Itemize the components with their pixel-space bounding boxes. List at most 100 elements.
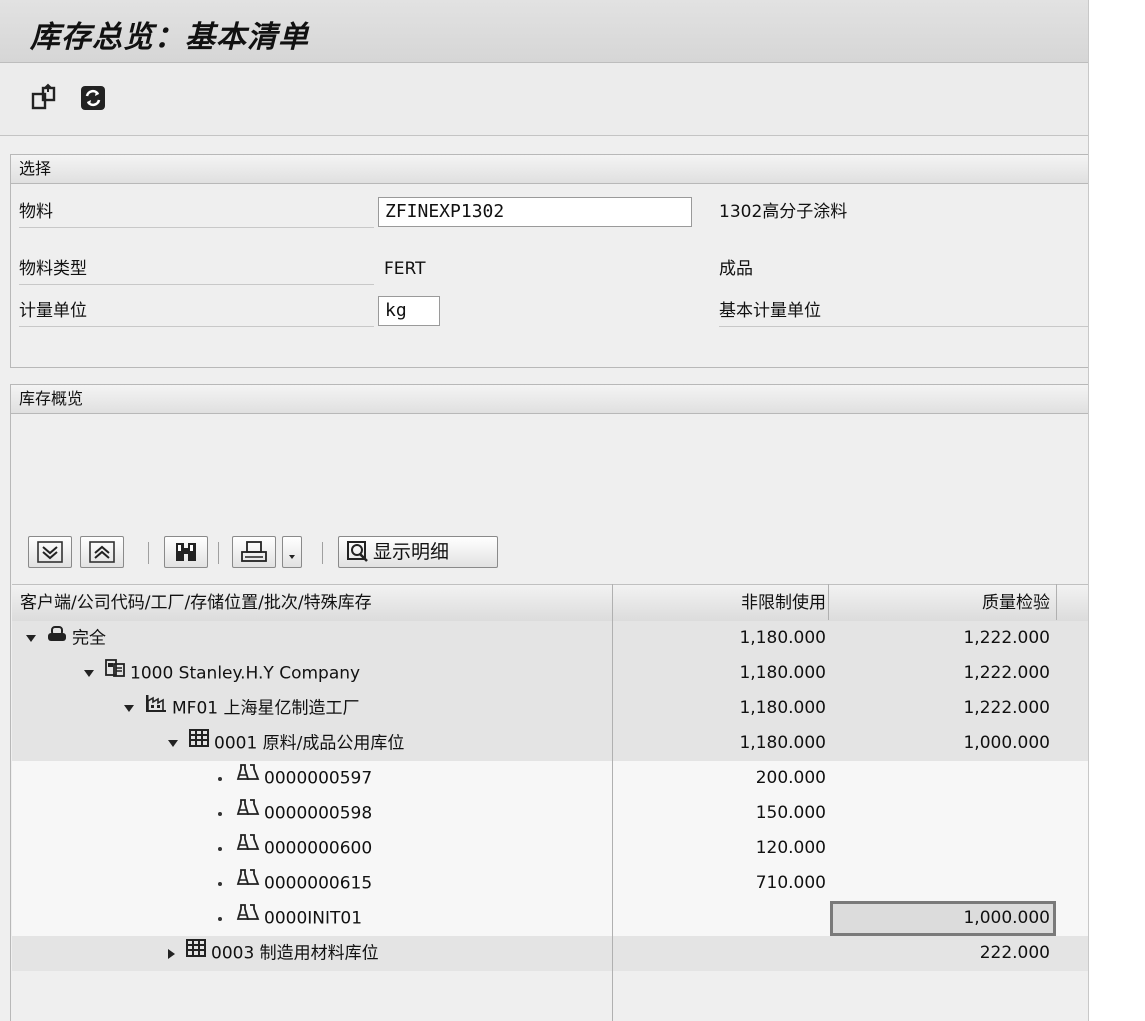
- tree-node-label: 0000000615: [218, 866, 372, 901]
- tree-row[interactable]: 0000000597 200.000: [12, 761, 1088, 796]
- quality-inspection-cell[interactable]: 1,222.000: [830, 656, 1050, 691]
- show-details-button[interactable]: 显示明细: [338, 536, 498, 568]
- tree-row[interactable]: 完全 1,180.000 1,222.000: [12, 621, 1088, 656]
- quality-inspection-cell[interactable]: [830, 866, 1050, 901]
- unrestricted-cell[interactable]: 1,180.000: [612, 726, 826, 761]
- unrestricted-cell[interactable]: 1,180.000: [612, 621, 826, 656]
- column-header-quality[interactable]: 质量检验: [830, 585, 1050, 621]
- expand-all-button[interactable]: [28, 536, 72, 568]
- node-text: 0000INIT01: [264, 908, 363, 929]
- tree-row[interactable]: 0003 制造用材料库位 222.000: [12, 936, 1088, 971]
- tree-node-label: 0001 原料/成品公用库位: [168, 726, 404, 761]
- show-details-label: 显示明细: [373, 541, 450, 563]
- quality-inspection-cell[interactable]: 222.000: [830, 936, 1050, 971]
- collapse-all-icon: [89, 541, 115, 563]
- material-description: 1302高分子涂料: [719, 202, 848, 222]
- expanded-node-icon[interactable]: [124, 705, 134, 712]
- node-text: 1000 Stanley.H.Y Company: [130, 663, 361, 684]
- unrestricted-cell[interactable]: [612, 901, 826, 936]
- quality-inspection-cell[interactable]: 1,000.000: [830, 726, 1050, 761]
- selection-group: 选择 物料 ZFINEXP1302 1302高分子涂料 物料类型 FERT 成品…: [10, 154, 1088, 368]
- title-bar: 库存总览：基本清单: [0, 0, 1088, 63]
- uom-row: 计量单位 kg 基本计量单位: [11, 296, 1088, 327]
- tree-node-label: MF01 上海星亿制造工厂: [124, 691, 359, 726]
- material-type-description: 成品: [719, 259, 753, 279]
- expand-all-icon: [37, 541, 63, 563]
- plant-icon: [144, 691, 168, 726]
- page-title: 库存总览：基本清单: [30, 20, 309, 55]
- node-text: 0000000597: [264, 768, 373, 789]
- quality-inspection-cell[interactable]: [830, 796, 1050, 831]
- unrestricted-cell[interactable]: 1,180.000: [612, 691, 826, 726]
- node-text: 0000000615: [264, 873, 373, 894]
- sap-window: 库存总览：基本清单 选择 物料 ZFINEXP1302 1302高分子涂料 物料…: [0, 0, 1089, 1021]
- collapsed-node-icon[interactable]: [168, 948, 175, 959]
- material-type-label: 物料类型: [19, 254, 374, 285]
- tree-row[interactable]: 0000000598 150.000: [12, 796, 1088, 831]
- batch-icon: [236, 796, 260, 831]
- node-text: 0001 原料/成品公用库位: [214, 733, 405, 754]
- storage-location-icon: [185, 936, 207, 971]
- quality-inspection-cell[interactable]: 1,000.000: [830, 901, 1050, 936]
- export-icon[interactable]: [30, 83, 60, 113]
- tree-row[interactable]: MF01 上海星亿制造工厂 1,180.000 1,222.000: [12, 691, 1088, 726]
- quality-inspection-cell[interactable]: 1,222.000: [830, 691, 1050, 726]
- tree-row[interactable]: 1000 Stanley.H.Y Company 1,180.000 1,222.0…: [12, 656, 1088, 691]
- expanded-node-icon[interactable]: [168, 740, 178, 747]
- storage-location-icon: [188, 726, 210, 761]
- node-text: 完全: [72, 628, 106, 649]
- column-header-hierarchy[interactable]: 客户端/公司代码/工厂/存储位置/批次/特殊库存: [20, 585, 372, 621]
- node-text: 0000000598: [264, 803, 373, 824]
- column-divider: [828, 584, 829, 620]
- toolbar-separator: [322, 542, 323, 564]
- batch-icon: [236, 901, 260, 936]
- material-type-row: 物料类型 FERT 成品: [11, 254, 1088, 285]
- tree-row[interactable]: 0000000615 710.000: [12, 866, 1088, 901]
- tree-node-label: 0003 制造用材料库位: [168, 936, 379, 971]
- tree-node-label: 0000000598: [218, 796, 372, 831]
- tree-node-label: 0000000597: [218, 761, 372, 796]
- material-type-value: FERT: [384, 259, 426, 279]
- stock-overview-header: 库存概览: [11, 385, 1088, 414]
- column-divider: [612, 584, 613, 1021]
- refresh-icon[interactable]: [78, 83, 108, 113]
- unrestricted-cell[interactable]: 120.000: [612, 831, 826, 866]
- unrestricted-cell[interactable]: 1,180.000: [612, 656, 826, 691]
- print-button[interactable]: [232, 536, 276, 568]
- unrestricted-cell[interactable]: 150.000: [612, 796, 826, 831]
- uom-field[interactable]: kg: [378, 296, 440, 326]
- find-button[interactable]: [164, 536, 208, 568]
- column-header-unrestricted[interactable]: 非限制使用: [612, 585, 826, 621]
- details-icon: [347, 541, 368, 562]
- batch-icon: [236, 866, 260, 901]
- material-row: 物料 ZFINEXP1302 1302高分子涂料: [11, 197, 1088, 228]
- unrestricted-cell[interactable]: 200.000: [612, 761, 826, 796]
- print-dropdown-button[interactable]: [282, 536, 302, 568]
- quality-inspection-cell[interactable]: 1,222.000: [830, 621, 1050, 656]
- node-text: 0000000600: [264, 838, 373, 859]
- company-icon: [104, 656, 126, 691]
- batch-icon: [236, 831, 260, 866]
- tree-node-label: 0000000600: [218, 831, 372, 866]
- node-text: 0003 制造用材料库位: [211, 943, 379, 964]
- tree-row[interactable]: 0001 原料/成品公用库位 1,180.000 1,000.000: [12, 726, 1088, 761]
- node-text: MF01 上海星亿制造工厂: [172, 698, 360, 719]
- tree-row[interactable]: 0000000600 120.000: [12, 831, 1088, 866]
- collapse-all-button[interactable]: [80, 536, 124, 568]
- quality-inspection-cell[interactable]: [830, 761, 1050, 796]
- material-label: 物料: [19, 197, 374, 228]
- dropdown-icon: [289, 555, 295, 559]
- tree-node-label: 0000INIT01: [218, 901, 362, 936]
- expanded-node-icon[interactable]: [84, 670, 94, 677]
- uom-label: 计量单位: [19, 296, 374, 327]
- column-divider: [1056, 584, 1057, 620]
- toolbar-separator: [148, 542, 149, 564]
- material-field[interactable]: ZFINEXP1302: [378, 197, 692, 227]
- quality-inspection-cell[interactable]: [830, 831, 1050, 866]
- leaf-node-icon: [218, 776, 222, 781]
- unrestricted-cell[interactable]: [612, 936, 826, 971]
- tree-node-label: 完全: [26, 621, 106, 656]
- expanded-node-icon[interactable]: [26, 635, 36, 642]
- unrestricted-cell[interactable]: 710.000: [612, 866, 826, 901]
- tree-row[interactable]: 0000INIT01 1,000.000: [12, 901, 1088, 936]
